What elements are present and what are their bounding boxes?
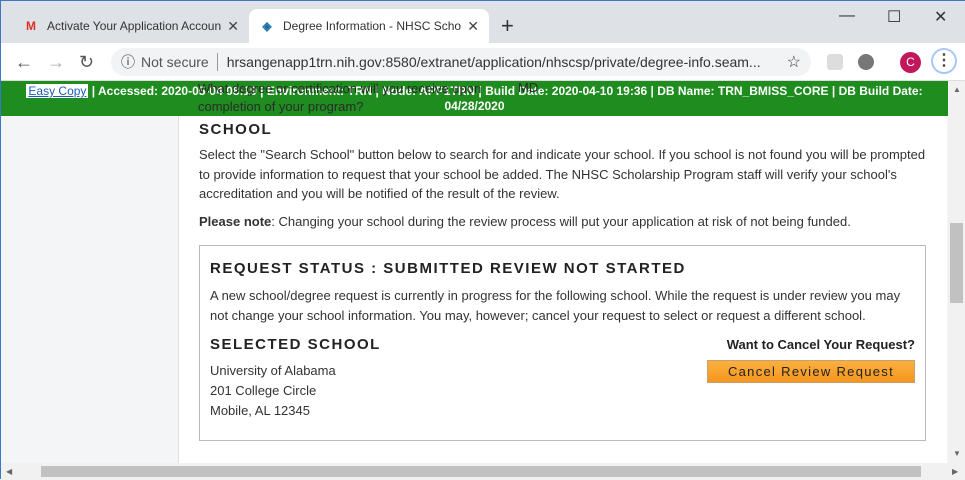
close-tab-icon[interactable]: ✕	[467, 18, 479, 35]
scrollbar-thumb[interactable]	[950, 223, 963, 303]
tab-bar: M Activate Your Application Accoun ✕ ◈ D…	[1, 1, 965, 43]
extension-icon[interactable]	[858, 54, 874, 70]
cancel-prompt: Want to Cancel Your Request?	[726, 337, 915, 352]
info-icon[interactable]: ⓘ	[121, 52, 135, 72]
page: SCHOOL Select the "Search School" button…	[1, 81, 948, 463]
scroll-down-icon[interactable]: ▼	[953, 449, 961, 458]
forward-icon[interactable]: →	[47, 52, 65, 73]
security-label: Not secure	[141, 54, 209, 70]
note-text: : Changing your school during the review…	[271, 214, 851, 229]
vertical-scrollbar[interactable]: ▲ ▼	[948, 81, 965, 463]
url-text[interactable]: hrsangenapp1trn.nih.gov:8580/extranet/ap…	[227, 54, 787, 70]
tab-degree-information[interactable]: ◈ Degree Information - NHSC Scho ✕	[249, 9, 489, 43]
close-window-button[interactable]: ✕	[934, 7, 947, 27]
scroll-left-icon[interactable]: ◀	[6, 467, 12, 476]
degree-question: What degree or certification will you re…	[198, 81, 482, 114]
easy-copy-link[interactable]: Easy Copy	[26, 84, 89, 98]
tab-gmail[interactable]: M Activate Your Application Accoun ✕	[13, 9, 249, 43]
maximize-button[interactable]: ☐	[887, 7, 901, 27]
reload-icon[interactable]: ↻	[79, 52, 94, 73]
selected-school-heading: SELECTED SCHOOL	[210, 336, 381, 353]
request-status-panel: REQUEST STATUS : SUBMITTED REVIEW NOT ST…	[199, 245, 926, 441]
avatar[interactable]: C	[900, 52, 921, 73]
degree-value[interactable]: MD	[518, 80, 538, 95]
scrollbar-thumb[interactable]	[41, 466, 921, 477]
back-icon[interactable]: ←	[15, 52, 33, 73]
minimize-button[interactable]: —	[839, 7, 855, 25]
horizontal-scrollbar[interactable]: ◀ ▶	[1, 463, 965, 480]
site-icon: ◈	[262, 19, 272, 33]
school-instructions: Select the "Search School" button below …	[199, 147, 926, 201]
request-message: A new school/degree request is currently…	[210, 288, 901, 323]
gmail-icon: M	[26, 19, 36, 33]
scroll-right-icon[interactable]: ▶	[952, 467, 958, 476]
browser-menu-icon[interactable]: ⋮	[931, 48, 957, 74]
main-content: SCHOOL Select the "Search School" button…	[178, 81, 947, 463]
school-street: 201 College Circle	[210, 383, 317, 398]
school-name: University of Alabama	[210, 363, 336, 378]
note-label: Please note	[199, 214, 272, 229]
school-city: Mobile, AL 12345	[210, 403, 310, 418]
scroll-up-icon[interactable]: ▲	[953, 85, 961, 94]
divider	[216, 53, 218, 71]
request-status-heading: REQUEST STATUS : SUBMITTED REVIEW NOT ST…	[210, 260, 686, 277]
address-bar-row: ← → ↻ ⓘ Not secure hrsangenapp1trn.nih.g…	[1, 43, 965, 81]
tab-title: Activate Your Application Accoun	[47, 19, 222, 33]
bookmark-star-icon[interactable]: ☆	[787, 52, 801, 72]
selected-school-address: University of Alabama 201 College Circle…	[210, 361, 336, 421]
school-note: Please note: Changing your school during…	[199, 214, 851, 229]
cancel-review-request-button[interactable]: Cancel Review Request	[707, 360, 915, 383]
close-tab-icon[interactable]: ✕	[227, 18, 239, 35]
new-tab-button[interactable]: +	[501, 13, 514, 39]
extension-icon[interactable]	[827, 54, 843, 70]
school-heading: SCHOOL	[199, 121, 273, 138]
address-bar[interactable]: ⓘ Not secure hrsangenapp1trn.nih.gov:858…	[111, 48, 811, 76]
tab-title: Degree Information - NHSC Scho	[283, 19, 462, 33]
